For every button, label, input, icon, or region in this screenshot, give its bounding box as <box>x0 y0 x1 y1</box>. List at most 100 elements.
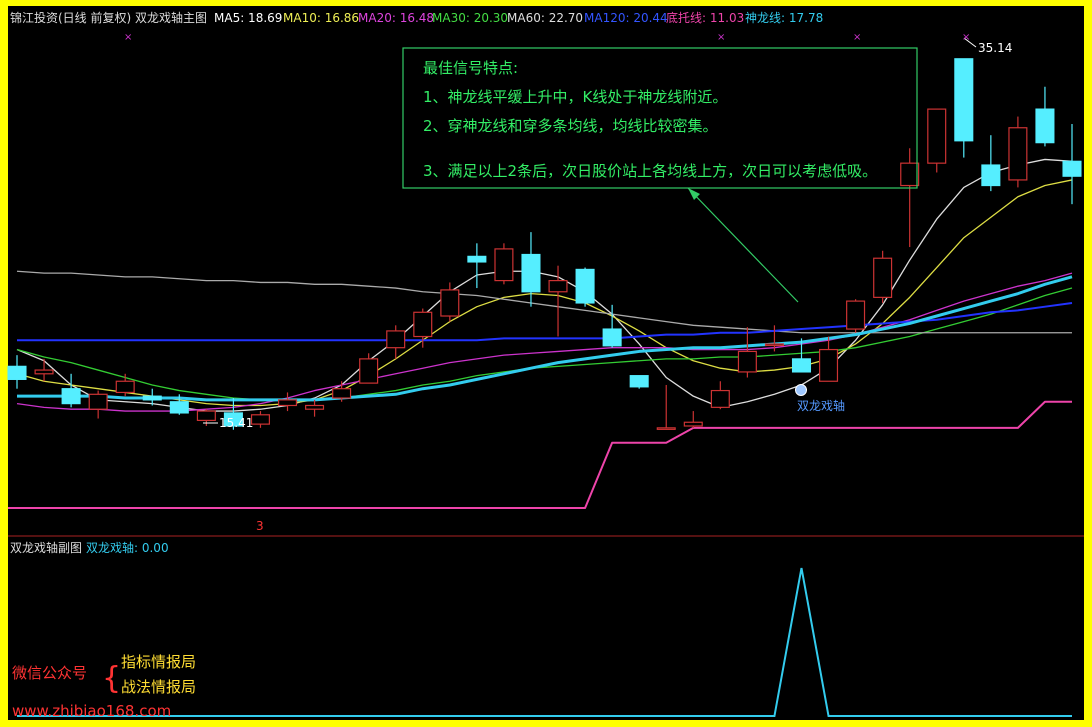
candle-body-down <box>629 375 649 388</box>
candle <box>683 411 703 428</box>
ma-lines <box>8 158 1073 509</box>
annotation-line2: 2、穿神龙线和穿多条均线，均线比较密集。 <box>423 117 718 135</box>
candle-body-up <box>873 257 893 298</box>
candle-body-up <box>710 389 730 408</box>
ma60-value: MA60: 22.70 <box>507 11 583 25</box>
candle <box>305 399 325 417</box>
top-marker: × <box>717 32 725 43</box>
candle <box>873 250 893 303</box>
signal-label: 双龙戏轴 <box>797 398 845 413</box>
watermark-name1: 指标情报局 <box>121 653 196 671</box>
candle <box>737 327 757 378</box>
candle-body-up <box>494 248 514 282</box>
watermark-name2: 战法情报局 <box>121 678 196 696</box>
sub-header: 双龙戏轴副图 双龙戏轴: 0.00 <box>10 540 169 555</box>
top-markers: × × × × <box>124 32 970 43</box>
candle <box>846 299 866 333</box>
candle-body-up <box>440 289 460 317</box>
candle-body-down <box>61 388 81 405</box>
candle <box>467 243 487 289</box>
ma10-line <box>16 179 1073 407</box>
ditu-value: 底托线: 11.03 <box>666 10 744 25</box>
candle <box>359 353 379 384</box>
candle <box>1035 86 1055 147</box>
candle-body-up <box>737 350 757 373</box>
candle-body-up <box>277 399 298 407</box>
chart-svg: 锦江投资(日线 前复权) 双龙戏轴主图 MA5: 18.69 MA10: 16.… <box>7 10 1084 720</box>
marker-label: 3 <box>256 519 264 533</box>
top-marker: × <box>962 32 970 43</box>
candle <box>494 243 514 285</box>
sub-indicator-value: 双龙戏轴: 0.00 <box>86 540 169 555</box>
signal-dot <box>795 384 807 396</box>
candle-body-up <box>1008 127 1028 181</box>
candle <box>250 411 270 428</box>
watermark-url: www.zhibiao168.com <box>12 702 171 720</box>
candle-body-down <box>7 365 27 380</box>
candle-body-down <box>575 268 595 304</box>
candle-body-down <box>521 253 541 293</box>
candle <box>575 267 595 307</box>
candle <box>88 390 108 419</box>
candle <box>115 373 135 397</box>
candle-body-up <box>196 410 216 421</box>
candle-body-up <box>656 427 676 430</box>
candle <box>548 265 568 337</box>
candle-body-up <box>250 414 270 425</box>
annotation-line1: 1、神龙线平缓上升中，K线处于神龙线附近。 <box>423 88 727 106</box>
candle <box>277 392 298 412</box>
ma30-value: MA30: 20.30 <box>432 11 508 25</box>
candle-body-up <box>846 300 866 330</box>
candle <box>1008 116 1028 188</box>
top-marker: × <box>853 32 861 43</box>
annotation-line3: 3、满足以上2条后，次日股价站上各均线上方，次日可以考虑低吸。 <box>423 162 877 180</box>
candle <box>981 135 1001 192</box>
candle <box>521 232 541 307</box>
candle <box>710 381 730 410</box>
ma10-value: MA10: 16.86 <box>283 11 359 25</box>
annotation-title: 最佳信号特点: <box>423 59 518 77</box>
candle-body-up <box>34 369 54 375</box>
candle <box>1062 124 1082 205</box>
candle-body-up <box>305 404 325 410</box>
ma20-value: MA20: 16.48 <box>358 11 434 25</box>
candle-body-up <box>332 388 352 399</box>
sub-title: 双龙戏轴副图 <box>10 540 82 555</box>
ma5-line <box>16 158 1073 412</box>
candle-body-up <box>548 279 568 293</box>
ditu-line <box>8 400 1072 509</box>
candle <box>629 375 649 389</box>
candle-body-down <box>602 328 622 347</box>
main-header: 锦江投资(日线 前复权) 双龙戏轴主图 MA5: 18.69 MA10: 16.… <box>10 10 823 25</box>
top-marker: × <box>124 32 132 43</box>
high-label: 35.14 <box>978 41 1012 55</box>
candle-body-down <box>1035 108 1055 144</box>
annotation-arrow <box>687 187 799 303</box>
candle-body-up <box>386 330 406 349</box>
candle-body-up <box>115 380 135 394</box>
candle-body-up <box>683 421 703 427</box>
candle-body-down <box>169 401 189 414</box>
candle-body-up <box>764 343 784 347</box>
candle <box>602 304 622 348</box>
candle-body-up <box>927 108 947 164</box>
candle <box>900 148 920 248</box>
candle <box>927 108 947 173</box>
candle-body-down <box>1062 160 1082 177</box>
watermark-brace: { <box>102 661 121 696</box>
candle <box>34 358 54 382</box>
candle-body-up <box>413 311 433 338</box>
low-label: 15.41 <box>219 416 253 430</box>
ma120-value: MA120: 20.44 <box>584 11 668 25</box>
candle <box>954 58 974 158</box>
candle-body-up <box>359 358 379 384</box>
candle-body-up <box>819 348 839 382</box>
chart-title: 锦江投资(日线 前复权) 双龙戏轴主图 <box>10 10 207 25</box>
ma5-value: MA5: 18.69 <box>214 11 282 25</box>
shenlong-value: 神龙线: 17.78 <box>745 11 823 25</box>
candle-body-up <box>900 162 920 187</box>
candle-body-up <box>88 393 108 410</box>
candle <box>656 384 676 430</box>
candle-body-down <box>954 58 974 142</box>
candle <box>7 355 27 389</box>
